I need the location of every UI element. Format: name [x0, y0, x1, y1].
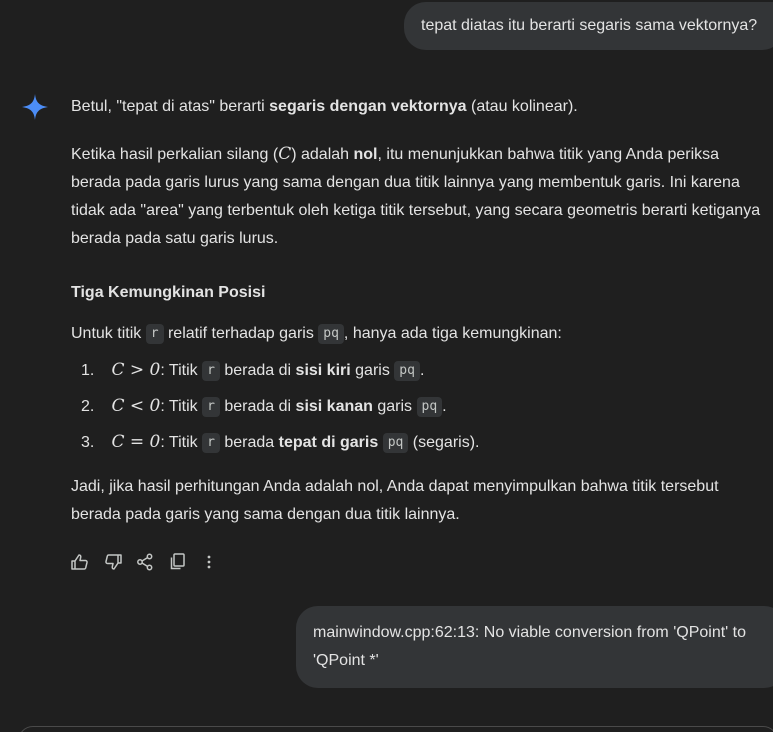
user-message-bubble: mainwindow.cpp:62:13: No viable conversi…	[296, 606, 773, 688]
user-message-bubble: tepat diatas itu berarti segaris sama ve…	[404, 2, 773, 50]
text: : Titik	[160, 398, 203, 415]
section-heading: Tiga Kemungkinan Posisi	[71, 284, 266, 301]
text: (atau kolinear).	[466, 98, 578, 115]
math-symbol: C	[278, 144, 292, 164]
user-message-text: tepat diatas itu berarti segaris sama ve…	[421, 17, 758, 34]
inline-code: r	[202, 433, 220, 453]
inline-code: pq	[394, 361, 420, 381]
text: : Titik	[160, 434, 203, 451]
math-expression: C > 0	[111, 360, 161, 380]
bold-text: sisi kiri	[295, 362, 351, 379]
list-number: 2.	[81, 398, 95, 415]
math-expression: C < 0	[111, 396, 161, 416]
text: : Titik	[160, 362, 203, 379]
list-number: 3.	[81, 434, 95, 451]
inline-code: r	[202, 361, 220, 381]
text: Ketika hasil perkalian silang (	[71, 146, 279, 163]
bold-text: tepat di garis	[278, 434, 379, 451]
thumb-down-icon[interactable]	[103, 552, 123, 572]
text: (segaris).	[408, 434, 480, 451]
text: relatif terhadap garis	[163, 325, 319, 342]
text: berada	[219, 434, 279, 451]
thumb-up-icon[interactable]	[70, 552, 90, 572]
text: Betul, "tepat di atas" berarti	[71, 98, 270, 115]
copy-icon[interactable]	[168, 552, 188, 572]
text: berada di	[219, 362, 296, 379]
response-paragraph: Ketika hasil perkalian silang (C) adalah…	[71, 140, 761, 253]
prompt-input-box[interactable]	[18, 726, 773, 732]
list-item: 1. C > 0: Titik r berada di sisi kiri ga…	[81, 356, 424, 385]
inline-code: pq	[416, 397, 443, 417]
math-expression: C = 0	[111, 432, 161, 452]
text: berada di	[219, 398, 296, 415]
text: , hanya ada tiga kemungkinan:	[343, 325, 562, 342]
response-paragraph: Jadi, jika hasil perhitungan Anda adalah…	[71, 478, 719, 523]
inline-code: r	[202, 397, 220, 417]
text: Untuk titik	[71, 325, 146, 342]
response-paragraph: Betul, "tepat di atas" berarti segaris d…	[71, 93, 578, 121]
bold-text: nol	[353, 146, 378, 163]
text: .	[419, 362, 425, 379]
more-vert-icon[interactable]	[199, 552, 219, 572]
chat-page: tepat diatas itu berarti segaris sama ve…	[0, 0, 773, 732]
text: garis	[350, 362, 395, 379]
inline-code: pq	[382, 433, 409, 453]
bold-text: segaris dengan vektornya	[269, 98, 467, 115]
text: garis	[372, 398, 417, 415]
inline-code: r	[145, 324, 164, 344]
text: ) adalah	[291, 146, 354, 163]
list-number: 1.	[81, 362, 95, 379]
bold-text: sisi kanan	[295, 398, 373, 415]
list-item: 2. C < 0: Titik r berada di sisi kanan g…	[81, 392, 447, 421]
gemini-spark-icon	[22, 94, 48, 120]
list-item: 3. C = 0: Titik r berada tepat di garis …	[81, 428, 479, 457]
inline-code: pq	[318, 324, 344, 344]
text: .	[442, 398, 447, 415]
response-paragraph: Untuk titik r relatif terhadap garis pq,…	[71, 320, 562, 348]
share-icon[interactable]	[135, 552, 155, 572]
user-message-text: mainwindow.cpp:62:13: No viable conversi…	[313, 624, 746, 669]
